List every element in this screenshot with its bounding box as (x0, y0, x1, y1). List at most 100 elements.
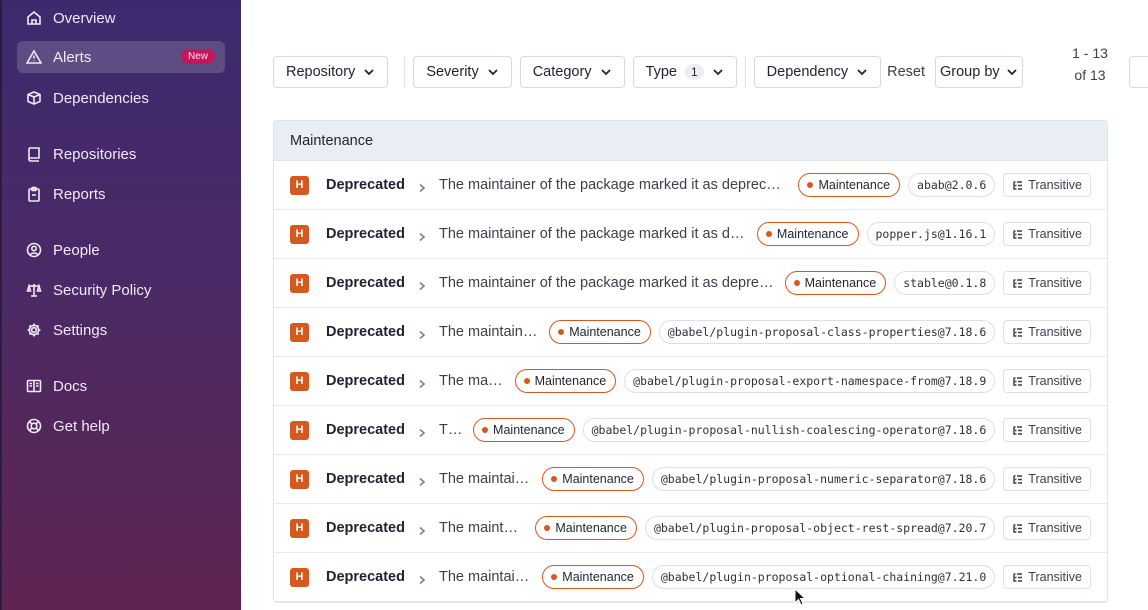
alert-description: The maintainer of the package marked it … (438, 520, 525, 536)
sidebar-item-get-help[interactable]: Get help (17, 410, 225, 442)
category-tag: Maintenance (542, 467, 644, 491)
table-row[interactable]: H Deprecated The maintainer of the package… (274, 455, 1107, 504)
chevron-down-icon (600, 66, 612, 78)
sidebar-item-alerts[interactable]: Alerts New (17, 41, 225, 73)
severity-badge: H (290, 518, 309, 538)
repository-filter[interactable]: Repository (273, 56, 389, 88)
warning-triangle-icon (26, 49, 42, 65)
sidebar-item-label: Settings (53, 321, 108, 339)
dependency-filter[interactable]: Dependency (753, 56, 882, 88)
category-tag: Maintenance (514, 369, 617, 393)
chevron-right-icon (417, 376, 427, 389)
reset-button[interactable]: Reset (887, 64, 925, 80)
sidebar-item-label: Security Policy (53, 281, 152, 299)
alert-title: Deprecated (326, 520, 405, 536)
table-row[interactable]: H Deprecated The maintainer of the package… (274, 406, 1107, 455)
severity-filter[interactable]: Severity (413, 56, 512, 88)
sidebar-item-label: People (53, 241, 100, 259)
severity-badge: H (290, 273, 309, 293)
type-label: Transitive (1028, 521, 1082, 535)
chevron-down-icon (1006, 66, 1018, 78)
severity-badge: H (290, 175, 309, 195)
table-row[interactable]: H Deprecated The maintainer of the package… (274, 308, 1107, 357)
clipboard-icon (26, 186, 42, 202)
filter-label: Repository (286, 64, 356, 80)
alert-description: The maintainer of the package marked it … (438, 177, 789, 193)
chevron-down-icon (856, 66, 868, 78)
package-tag[interactable]: @babel/plugin-proposal-export-namespace-… (624, 369, 996, 393)
package-tag[interactable]: abab@2.0.6 (908, 173, 996, 197)
main-content: Repository Severity Category Type 1 Depe… (241, 0, 1148, 610)
package-tag[interactable]: @babel/plugin-proposal-numeric-separator… (651, 467, 996, 491)
table-row[interactable]: H Deprecated The maintainer of the package… (274, 161, 1107, 210)
tree-list-icon (1013, 572, 1023, 582)
alerts-table: Maintenance H Deprecated The maintainer of… (273, 120, 1108, 603)
scale-icon (26, 282, 42, 298)
dependency-type-tag: Transitive (1003, 320, 1091, 344)
sidebar-item-docs[interactable]: Docs (17, 370, 225, 402)
sidebar-item-label: Alerts (53, 48, 92, 66)
type-label: Transitive (1028, 276, 1082, 290)
dependency-type-tag: Transitive (1003, 565, 1091, 589)
filter-label: Severity (426, 64, 479, 80)
type-filter[interactable]: Type 1 (632, 56, 737, 88)
book-icon (26, 146, 42, 162)
filter-label: Dependency (766, 64, 849, 80)
chevron-down-icon (712, 66, 724, 78)
pagination-button[interactable] (1129, 56, 1148, 88)
category-tag: Maintenance (756, 222, 859, 246)
alert-description: The maintainer of the package marked it … (438, 324, 539, 340)
divider (744, 56, 746, 88)
sidebar-item-overview[interactable]: Overview (17, 2, 225, 34)
new-badge: New (180, 49, 215, 64)
sidebar: Overview Alerts New Dependencies Reposit… (0, 0, 241, 610)
category-label: Maintenance (493, 423, 565, 437)
category-tag: Maintenance (549, 320, 651, 344)
tree-list-icon (1013, 523, 1023, 533)
alert-description: The maintainer of the package marked it … (438, 471, 533, 487)
category-label: Maintenance (555, 521, 627, 535)
table-row[interactable]: H Deprecated The maintainer of the package… (274, 357, 1107, 406)
filter-label: Group by (939, 64, 1000, 80)
group-header: Maintenance (274, 121, 1107, 161)
sidebar-item-repositories[interactable]: Repositories (17, 138, 225, 170)
package-tag[interactable]: @babel/plugin-proposal-class-properties@… (658, 320, 996, 344)
package-tag[interactable]: popper.js@1.16.1 (866, 222, 996, 246)
chevron-down-icon (487, 66, 499, 78)
package-tag[interactable]: @babel/plugin-proposal-object-rest-sprea… (644, 516, 996, 540)
tree-list-icon (1013, 327, 1023, 337)
table-row[interactable]: H Deprecated The maintainer of the package… (274, 553, 1107, 602)
dot-icon (765, 231, 772, 237)
tree-list-icon (1013, 278, 1023, 288)
sidebar-item-people[interactable]: People (17, 234, 225, 266)
sidebar-item-settings[interactable]: Settings (17, 314, 225, 346)
sidebar-item-reports[interactable]: Reports (17, 178, 225, 210)
package-tag[interactable]: @babel/plugin-proposal-optional-chaining… (651, 565, 996, 589)
category-filter[interactable]: Category (519, 56, 625, 88)
alert-description: The maintainer of the package marked it … (438, 373, 505, 389)
chevron-right-icon (417, 425, 427, 438)
tree-list-icon (1013, 229, 1023, 239)
chevron-right-icon (417, 229, 427, 242)
table-row[interactable]: H Deprecated The maintainer of the package… (274, 210, 1107, 259)
sidebar-item-dependencies[interactable]: Dependencies (17, 82, 225, 114)
severity-badge: H (290, 322, 309, 342)
dependency-type-tag: Transitive (1003, 369, 1091, 393)
package-tag[interactable]: stable@0.1.8 (894, 271, 996, 295)
table-row[interactable]: H Deprecated The maintainer of the package… (274, 259, 1107, 308)
dot-icon (551, 574, 558, 580)
tree-list-icon (1013, 474, 1023, 484)
group-by-select[interactable]: Group by (934, 56, 1023, 88)
table-row[interactable]: H Deprecated The maintainer of the package… (274, 504, 1107, 553)
type-label: Transitive (1028, 374, 1082, 388)
tree-list-icon (1013, 376, 1023, 386)
chevron-right-icon (417, 327, 427, 340)
category-label: Maintenance (534, 374, 607, 388)
dependency-type-tag: Transitive (1003, 271, 1091, 295)
severity-badge: H (290, 469, 309, 489)
package-box-icon (26, 90, 42, 106)
category-label: Maintenance (569, 325, 641, 339)
sidebar-item-label: Repositories (53, 145, 137, 163)
sidebar-item-security-policy[interactable]: Security Policy (17, 274, 225, 306)
package-tag[interactable]: @babel/plugin-proposal-nullish-coalescin… (582, 418, 996, 442)
